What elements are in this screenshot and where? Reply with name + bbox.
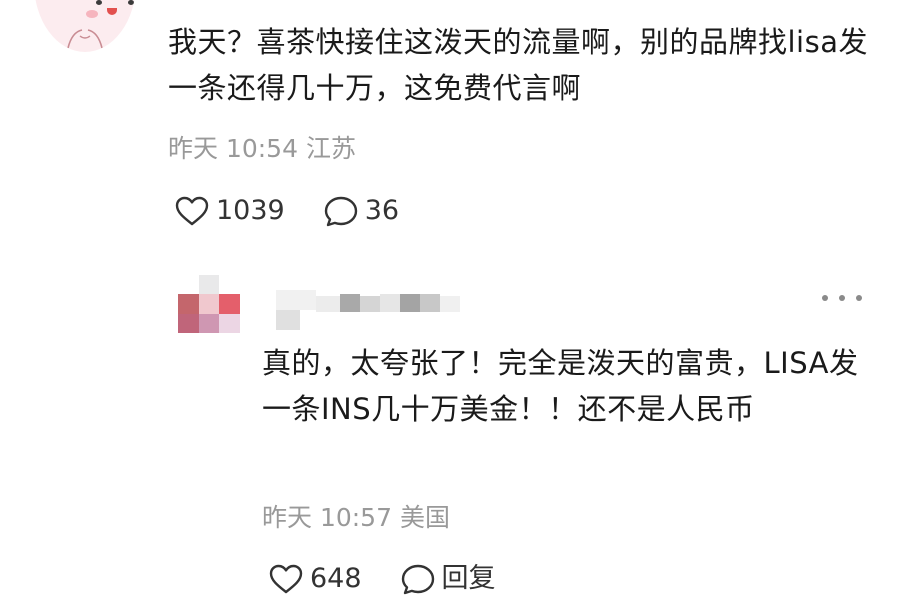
heart-outline-icon [269, 564, 303, 594]
speech-bubble-icon [401, 564, 434, 595]
comment-text[interactable]: 我天？喜茶快接住这泼天的流量啊，别的品牌找lisa发一条还得几十万，这免费代言啊 [168, 19, 868, 111]
comment-location: 江苏 [305, 134, 356, 163]
reply-meta: 昨天 10:57 美国 [262, 502, 450, 534]
comment-actions: 1039 36 [174, 194, 399, 228]
reply-time: 昨天 10:57 [262, 503, 392, 532]
reply-actions: 648 回复 [268, 562, 496, 596]
reply-button-label: 回复 [441, 563, 496, 594]
avatar-eye [96, 0, 102, 5]
avatar-eye [128, 0, 134, 5]
reply-button[interactable]: 回复 [400, 562, 496, 596]
comment-thread: 我天？喜茶快接住这泼天的流量啊，别的品牌找lisa发一条还得几十万，这免费代言啊… [0, 0, 900, 612]
reply-username-redacted[interactable] [276, 290, 460, 330]
avatar-arms [67, 29, 103, 49]
reply-like-button[interactable]: 648 [268, 562, 362, 596]
reply-avatar[interactable] [178, 275, 240, 333]
avatar-mouth [107, 8, 117, 15]
more-dots-icon[interactable] [822, 290, 862, 306]
reply-location: 美国 [399, 503, 450, 532]
avatar[interactable] [34, 0, 136, 52]
heart-outline-icon [175, 196, 209, 226]
comment-meta: 昨天 10:54 江苏 [168, 133, 356, 165]
comment-button[interactable]: 36 [323, 194, 399, 228]
like-count: 1039 [216, 195, 285, 226]
like-button[interactable]: 1039 [174, 194, 285, 228]
comment-time: 昨天 10:54 [168, 134, 298, 163]
reply-like-count: 648 [310, 563, 362, 594]
reply-count: 36 [364, 195, 400, 226]
avatar-blush [86, 10, 98, 18]
reply-text[interactable]: 真的，太夸张了！完全是泼天的富贵，LISA发一条INS几十万美金！！还不是人民币 [262, 340, 872, 432]
avatar-blush [132, 10, 136, 18]
speech-bubble-icon [324, 196, 357, 227]
